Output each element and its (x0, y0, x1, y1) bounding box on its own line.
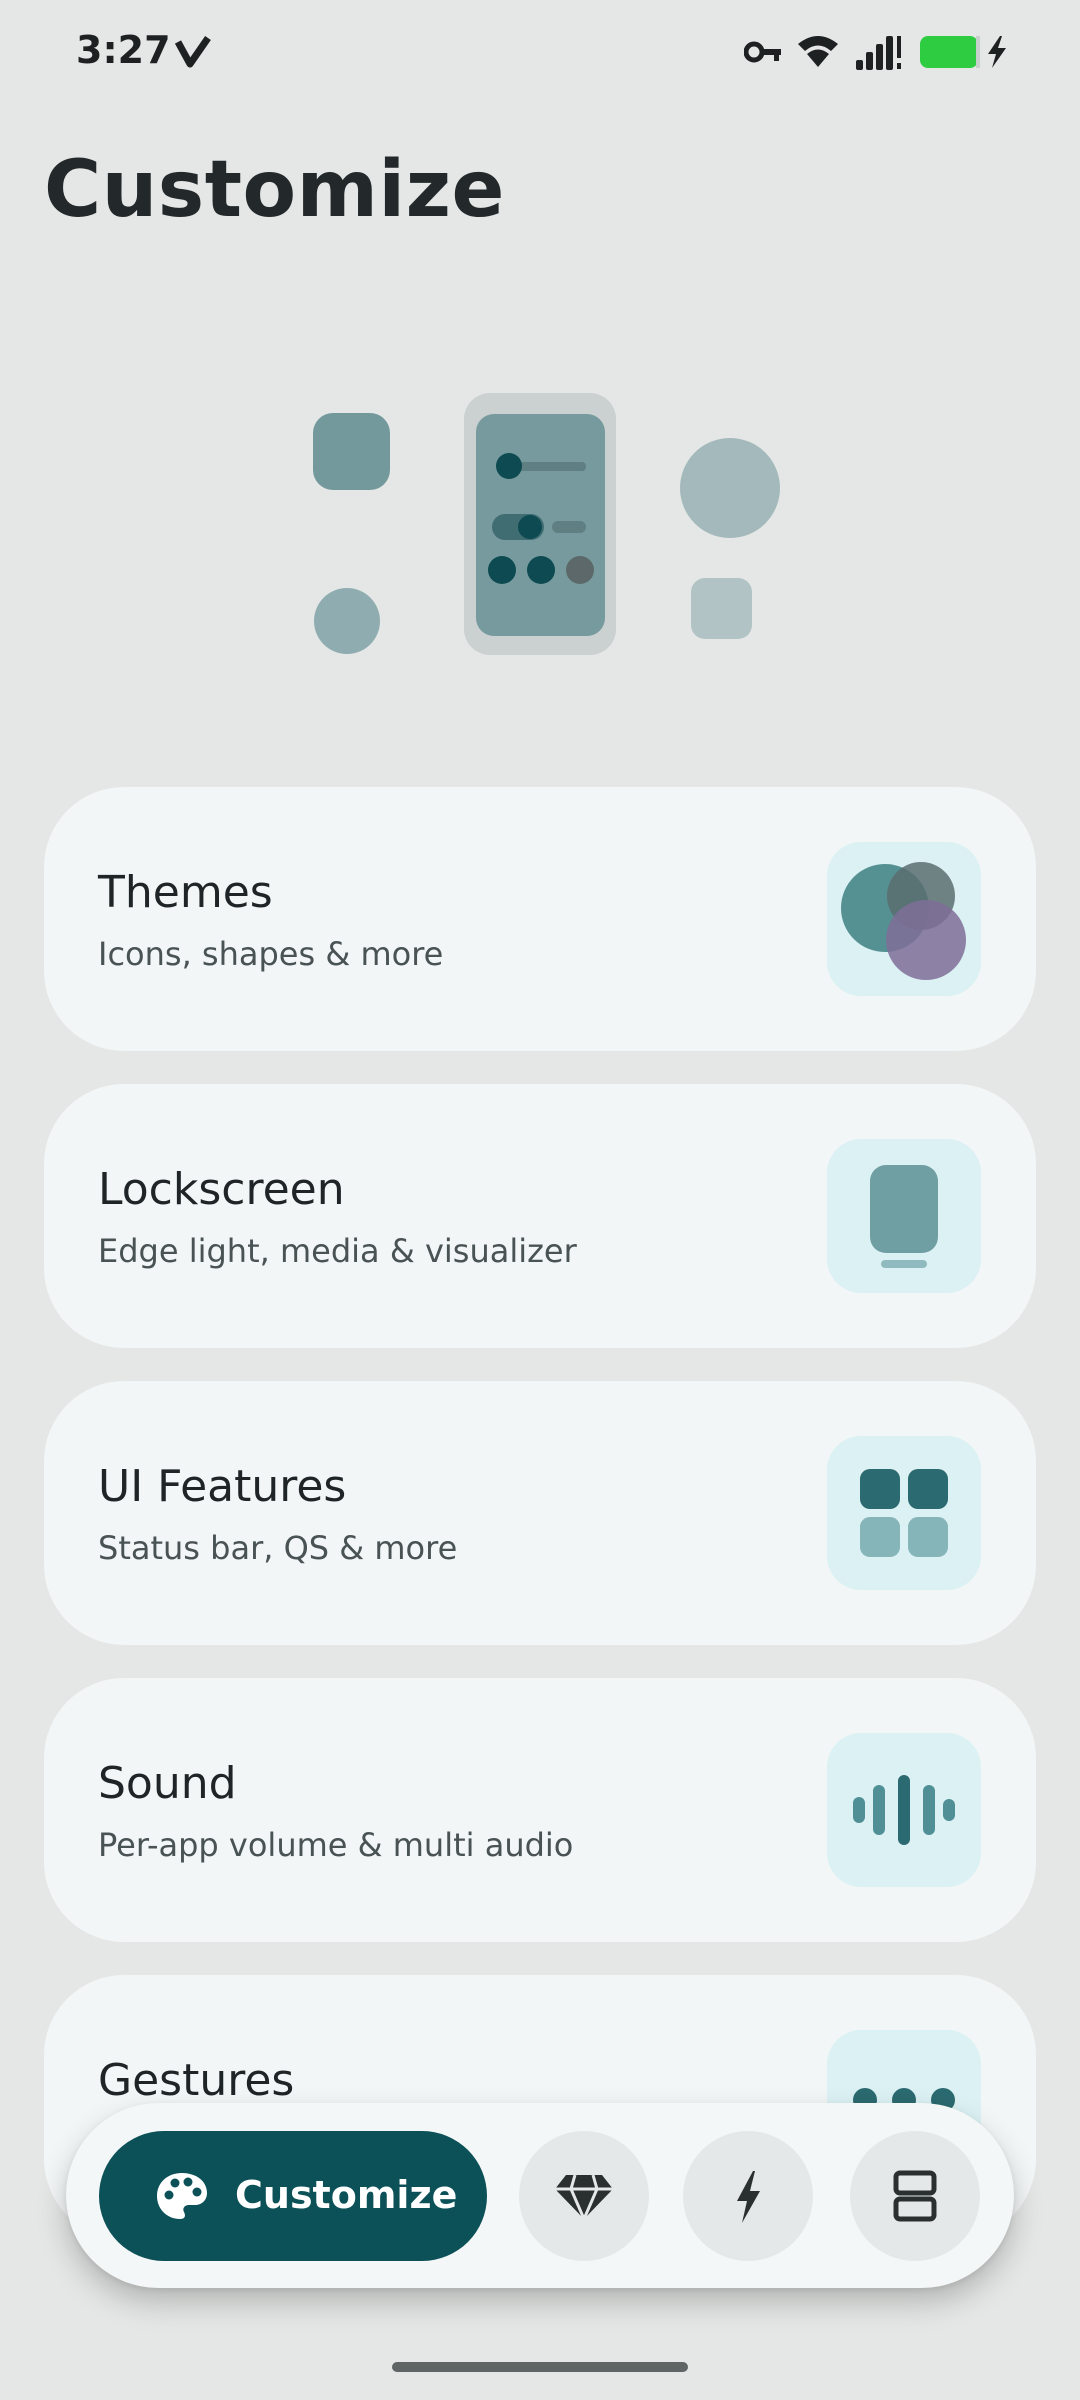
home-indicator[interactable] (392, 2362, 688, 2372)
card-subtitle: Per-app volume & multi audio (98, 1826, 574, 1864)
card-subtitle: Status bar, QS & more (98, 1529, 458, 1567)
bolt-icon (737, 2171, 760, 2223)
card-sound[interactable]: Sound Per-app volume & multi audio (44, 1678, 1036, 1942)
nav-layout-button[interactable] (850, 2131, 980, 2261)
bottom-navigation: Customize (66, 2103, 1014, 2288)
nav-customize-button[interactable]: Customize (99, 2131, 487, 2261)
customize-illustration (313, 393, 780, 655)
status-time: 3:27 (76, 28, 171, 72)
card-subtitle: Edge light, media & visualizer (98, 1232, 577, 1270)
card-title: Gestures (98, 2055, 295, 2106)
themes-circles-icon (827, 842, 981, 996)
page-title: Customize (44, 145, 505, 235)
nav-diamond-button[interactable] (519, 2131, 649, 2261)
nav-bolt-button[interactable] (683, 2131, 813, 2261)
status-bar: 3:27 (0, 0, 1080, 100)
layout-icon (893, 2170, 937, 2222)
signal-icon (856, 36, 901, 70)
battery-charging-icon (920, 36, 1006, 68)
card-ui-features[interactable]: UI Features Status bar, QS & more (44, 1381, 1036, 1645)
grid-tiles-icon (827, 1436, 981, 1590)
wifi-icon (798, 36, 838, 67)
palette-icon (157, 2173, 207, 2219)
diamond-icon (555, 2174, 613, 2223)
nav-active-label: Customize (235, 2173, 458, 2217)
card-title: UI Features (98, 1461, 347, 1512)
card-title: Sound (98, 1758, 237, 1809)
phone-lockscreen-icon (827, 1139, 981, 1293)
card-title: Lockscreen (98, 1164, 345, 1215)
vpn-key-icon (744, 41, 781, 63)
card-themes[interactable]: Themes Icons, shapes & more (44, 787, 1036, 1051)
sound-wave-icon (827, 1733, 981, 1887)
card-subtitle: Icons, shapes & more (98, 935, 444, 973)
card-title: Themes (98, 867, 273, 918)
card-lockscreen[interactable]: Lockscreen Edge light, media & visualize… (44, 1084, 1036, 1348)
v-notification-icon (174, 36, 211, 68)
settings-card-list: Themes Icons, shapes & more Lockscreen E… (44, 787, 1036, 2272)
